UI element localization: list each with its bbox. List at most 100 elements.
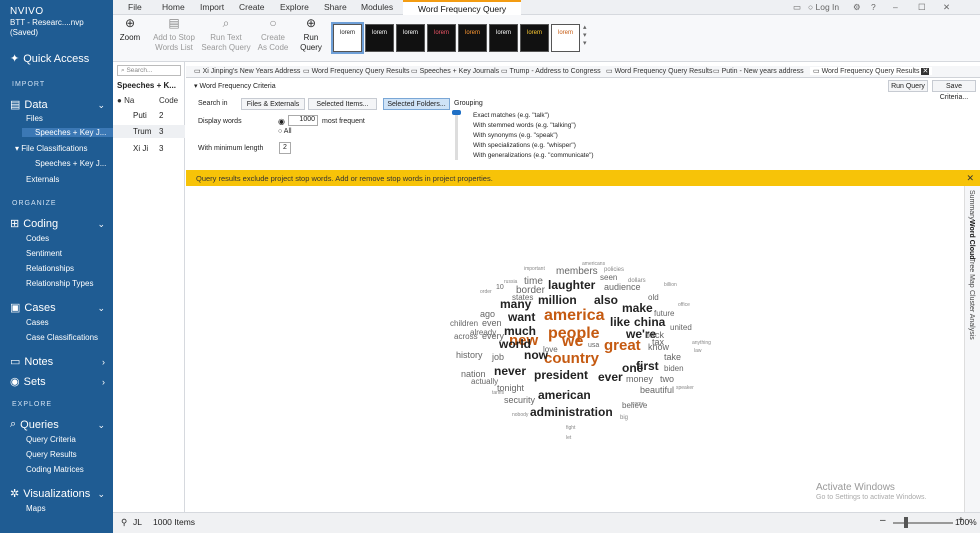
run-query-criteria-button[interactable]: Run Query (888, 80, 928, 92)
cloud-style-thumb-2[interactable]: lorem (365, 24, 394, 52)
chevron-down-icon[interactable]: ⌄ (97, 303, 105, 314)
cloud-word[interactable]: biden (664, 365, 684, 373)
vtab-summary[interactable]: Summary (968, 190, 975, 220)
cloud-word[interactable]: beautiful (640, 386, 674, 395)
cloud-word[interactable]: two (660, 375, 674, 384)
run-text-search-button[interactable]: ⌕ Run Text Search Query (201, 17, 251, 52)
menu-explore[interactable]: Explore (280, 2, 309, 12)
chevron-right-icon[interactable]: › (102, 377, 105, 387)
code-column-header[interactable]: Code (159, 96, 178, 105)
sidebar-item-file-classifications[interactable]: ▾ File Classifications (15, 144, 88, 153)
cloud-word[interactable]: history (456, 351, 483, 360)
cloud-word[interactable]: nobody (512, 413, 528, 418)
notification-icon[interactable]: ▭ (793, 2, 801, 13)
cloud-word[interactable]: we (562, 334, 583, 350)
sets-group[interactable]: ◉ Sets (10, 375, 46, 389)
cloud-word[interactable]: america (544, 308, 605, 324)
list-search-input[interactable]: ⌕ Search... (117, 65, 181, 76)
maximize-icon[interactable]: ☐ (918, 2, 926, 13)
cloud-word[interactable]: anything (692, 341, 711, 346)
close-tab-icon[interactable]: ✕ (921, 68, 930, 75)
criteria-title[interactable]: ▾ Word Frequency Criteria (194, 82, 276, 90)
tab-wfq-results-2[interactable]: ▭ Word Frequency Query Results (606, 67, 712, 75)
sidebar-item-sentiment[interactable]: Sentiment (26, 249, 62, 258)
vtab-tree-map[interactable]: Tree Map (968, 258, 975, 288)
zoom-slider-track[interactable] (893, 522, 953, 524)
cases-group[interactable]: ▣ Cases (10, 301, 56, 315)
sidebar-item-codes[interactable]: Codes (26, 234, 49, 243)
selected-folders-button[interactable]: Selected Folders... (383, 98, 450, 110)
list-row[interactable]: Trum 3 (113, 125, 185, 138)
settings-icon[interactable]: ⚙ (853, 2, 861, 13)
cloud-style-thumb-6[interactable]: lorem (489, 24, 518, 52)
notes-group[interactable]: ▭ Notes (10, 355, 53, 369)
tab-wfq-results-1[interactable]: ▭ Word Frequency Query Results (303, 67, 409, 75)
cloud-word[interactable]: americans (582, 262, 605, 267)
cloud-word[interactable]: ever (598, 371, 623, 383)
cloud-word[interactable]: usa (588, 342, 599, 349)
cloud-word[interactable]: never (494, 365, 526, 377)
sidebar-item-speeches-2[interactable]: Speeches + Key J... (35, 159, 106, 168)
cloud-word[interactable]: already (470, 329, 496, 337)
cloud-word[interactable]: office (678, 303, 690, 308)
cloud-style-thumb-4[interactable]: lorem (427, 24, 456, 52)
menu-word-frequency-query[interactable]: Word Frequency Query (403, 0, 522, 15)
cloud-word[interactable]: tariffs (492, 391, 504, 396)
cloud-word[interactable]: future (654, 310, 674, 318)
cloud-word[interactable]: fight (566, 426, 575, 431)
coding-group[interactable]: ⊞ Coding (10, 217, 58, 231)
close-icon[interactable]: ✕ (943, 2, 950, 13)
tab-trump-address[interactable]: ▭ Trump - Address to Congress (501, 67, 601, 75)
display-count-input[interactable]: 1000 (288, 115, 318, 126)
data-group[interactable]: ▤ Data (10, 98, 48, 112)
save-criteria-button[interactable]: Save Criteria... (932, 80, 976, 101)
files-externals-button[interactable]: Files & Externals (241, 98, 305, 110)
create-as-code-button[interactable]: ○ Create As Code (255, 17, 291, 52)
list-row[interactable]: Xi Ji 3 (113, 142, 185, 155)
chevron-right-icon[interactable]: › (102, 357, 105, 367)
zoom-out-button[interactable]: – (880, 515, 886, 526)
cloud-word[interactable]: policies (604, 267, 624, 273)
sidebar-item-relationships[interactable]: Relationships (26, 264, 74, 273)
cloud-word[interactable]: administration (530, 406, 613, 418)
vtab-word-cloud[interactable]: Word Cloud (968, 220, 975, 260)
user-icon[interactable]: ○ Log In (808, 2, 839, 12)
quick-access-link[interactable]: ✦ Quick Access (10, 52, 89, 66)
cloud-word[interactable]: want (508, 311, 535, 323)
cloud-word[interactable]: seen (600, 274, 617, 282)
sidebar-item-query-criteria[interactable]: Query Criteria (26, 435, 76, 444)
visualizations-group[interactable]: ✲ Visualizations (10, 487, 90, 501)
chevron-down-icon[interactable]: ⌄ (97, 219, 105, 230)
cloud-word[interactable]: audience (604, 283, 641, 292)
sidebar-item-externals[interactable]: Externals (26, 175, 59, 184)
cloud-word[interactable]: big (620, 415, 628, 421)
cloud-word[interactable]: also (594, 294, 618, 306)
tab-speeches-key-journals[interactable]: ▭ Speeches + Key Journals (411, 67, 499, 75)
selected-items-button[interactable]: Selected Items... (308, 98, 377, 110)
gallery-scroll-icon[interactable]: ▴ ▾ ▾ (583, 23, 587, 47)
min-length-input[interactable]: 2 (279, 142, 291, 154)
menu-modules[interactable]: Modules (361, 2, 393, 12)
sidebar-item-relationship-types[interactable]: Relationship Types (26, 279, 93, 288)
cloud-word[interactable]: actually (471, 378, 498, 386)
cloud-word[interactable]: know (648, 343, 669, 352)
cloud-word[interactable]: speaker (676, 386, 694, 391)
sidebar-item-query-results[interactable]: Query Results (26, 450, 77, 459)
cloud-word[interactable]: states (512, 294, 533, 302)
sidebar-item-files[interactable]: Files (26, 114, 43, 123)
menu-share[interactable]: Share (324, 2, 347, 12)
cloud-word[interactable]: old (648, 294, 659, 302)
cloud-word[interactable]: one (622, 362, 643, 374)
menu-import[interactable]: Import (200, 2, 224, 12)
chevron-down-icon[interactable]: ⌄ (97, 489, 105, 500)
tab-wfq-results-active[interactable]: ▭ Word Frequency Query Results ✕ (810, 67, 933, 75)
sidebar-item-cases[interactable]: Cases (26, 318, 49, 327)
sidebar-item-maps[interactable]: Maps (26, 504, 46, 513)
cloud-word[interactable]: important (524, 267, 545, 272)
tab-putin-address[interactable]: ▭ Putin - New years address (713, 67, 804, 75)
cloud-word[interactable]: love (543, 346, 558, 354)
cloud-style-thumb-7[interactable]: lorem (520, 24, 549, 52)
cloud-word[interactable]: job (492, 353, 504, 362)
grouping-slider-thumb[interactable] (452, 110, 461, 115)
menu-file[interactable]: File (128, 2, 142, 12)
